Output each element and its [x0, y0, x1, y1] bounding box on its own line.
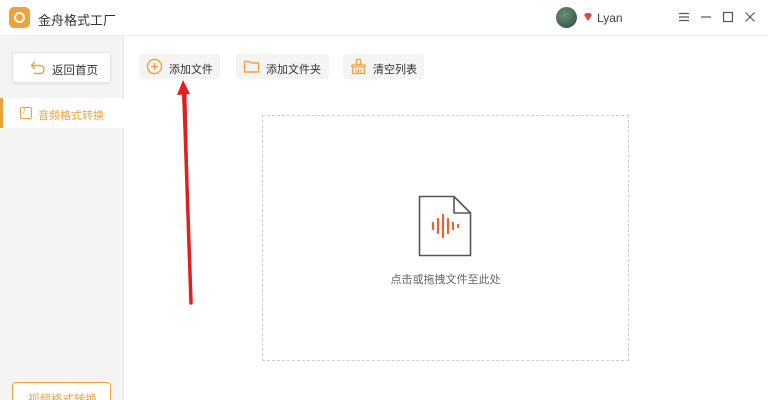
add-folder-label: 添加文件夹	[266, 64, 321, 76]
username[interactable]: Lyan	[597, 11, 623, 25]
add-file-button[interactable]: 添加文件	[139, 54, 220, 79]
title-bar: 金舟格式工厂 Lyan	[0, 0, 768, 36]
folder-icon	[243, 60, 260, 73]
back-home-button[interactable]: 返回首页	[12, 52, 111, 83]
maximize-icon[interactable]	[721, 10, 735, 24]
add-folder-button[interactable]: 添加文件夹	[236, 54, 329, 79]
vip-diamond-icon	[584, 13, 592, 21]
audio-format-icon	[20, 105, 32, 119]
app-title: 金舟格式工厂	[38, 13, 117, 28]
sidebar-item-video-convert[interactable]: 视频格式转换	[12, 382, 111, 400]
clear-list-label: 清空列表	[373, 64, 417, 76]
drop-hint: 点击或拖拽文件至此处	[390, 274, 501, 286]
avatar[interactable]	[556, 7, 577, 28]
app-logo-icon	[9, 7, 30, 28]
active-indicator	[0, 98, 3, 128]
sidebar: 返回首页 音频格式转换 视频格式转换	[0, 36, 124, 400]
back-home-label: 返回首页	[52, 65, 98, 77]
menu-icon[interactable]	[677, 10, 691, 24]
sidebar-item-label: 视频格式转换	[28, 394, 97, 400]
back-arrow-icon	[30, 61, 45, 75]
close-icon[interactable]	[743, 10, 757, 24]
clear-list-button[interactable]: 清空列表	[343, 54, 424, 79]
add-file-label: 添加文件	[169, 64, 213, 76]
audio-file-icon	[418, 195, 472, 257]
broom-icon	[351, 58, 366, 75]
minimize-icon[interactable]	[699, 10, 713, 24]
sidebar-item-label: 音频格式转换	[38, 110, 104, 122]
add-circle-icon	[146, 58, 163, 75]
sidebar-item-audio-convert[interactable]: 音频格式转换	[0, 98, 124, 128]
